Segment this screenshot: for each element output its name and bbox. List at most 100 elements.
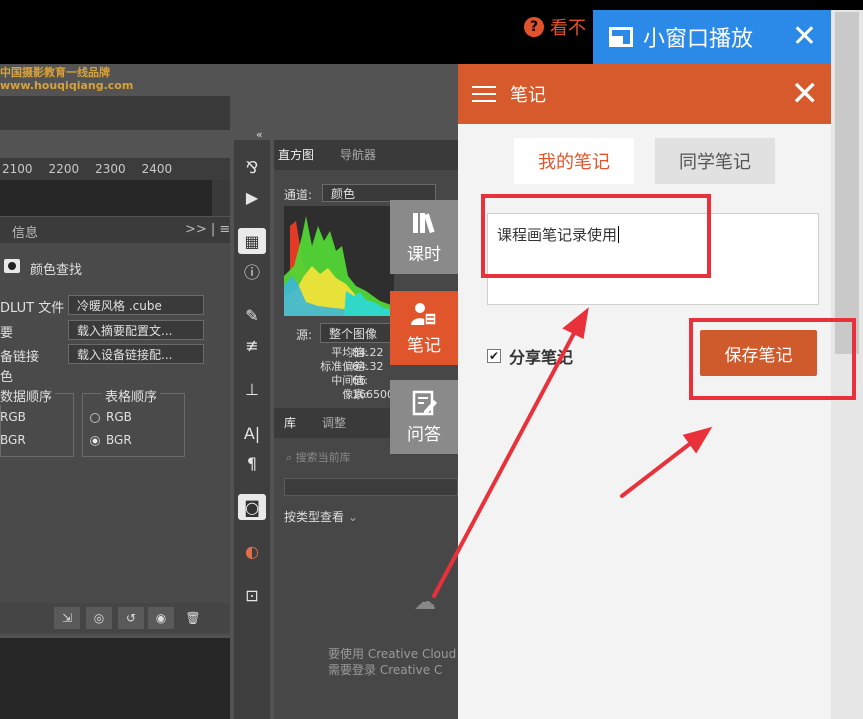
- notes-title: 笔记: [510, 85, 546, 106]
- help-link[interactable]: ? 看不: [524, 14, 586, 40]
- cc-line1: 要使用 Creative Cloud: [328, 647, 457, 661]
- scrollbar-thumb[interactable]: [835, 12, 859, 354]
- lut-label: DLUT 文件: [0, 301, 65, 316]
- view-previous-icon[interactable]: ◎: [86, 607, 112, 629]
- close-icon[interactable]: ✕: [791, 77, 820, 111]
- ps-canvas[interactable]: [0, 180, 212, 216]
- notes-header: 笔记 ✕: [458, 64, 831, 124]
- ps-canvas-bottom: [0, 638, 230, 719]
- view-by-type[interactable]: 按类型查看 ⌄: [284, 508, 358, 525]
- checkbox-checked-icon[interactable]: ✔: [487, 349, 501, 363]
- brand-watermark: 中国摄影教育一线品牌 www.houqiqiang.com: [0, 66, 230, 96]
- device-link-value: 载入设备链接配...: [77, 347, 173, 362]
- clip-layer-icon[interactable]: ⇲: [54, 607, 80, 629]
- brush-settings-icon[interactable]: ≢: [238, 332, 266, 358]
- tab-adjustments[interactable]: 调整: [322, 414, 346, 431]
- cc-message: 要使用 Creative Cloud 需要登录 Creative C: [328, 646, 468, 678]
- device-link-label: 备链接: [0, 350, 40, 365]
- paragraph-tool-icon[interactable]: ¶: [238, 450, 266, 476]
- brush-preset-icon[interactable]: ✎: [238, 302, 266, 328]
- tab-navigator[interactable]: 导航器: [340, 146, 376, 163]
- stamp-tool-icon[interactable]: ⊡: [238, 582, 266, 608]
- pip-label: 小窗口播放: [643, 27, 754, 52]
- tab-info[interactable]: 信息: [12, 222, 38, 241]
- library-select[interactable]: [284, 478, 458, 496]
- tab-library[interactable]: 库: [284, 414, 296, 431]
- lut-value: 冷暖风格 .cube: [77, 298, 162, 313]
- trash-icon[interactable]: 🗑: [180, 607, 206, 629]
- reset-icon[interactable]: ↺: [118, 607, 144, 629]
- capture-tool-icon[interactable]: ◐: [238, 538, 266, 564]
- device-link-select[interactable]: 载入设备链接配...: [68, 344, 204, 364]
- side-tab-notes[interactable]: 笔记: [390, 291, 458, 365]
- side-tab-lessons[interactable]: 课时: [390, 200, 458, 274]
- books-icon: [413, 212, 435, 233]
- data-order-title: 数据顺序: [0, 386, 56, 405]
- table-order-rgb[interactable]: RGB: [90, 410, 132, 424]
- screen: ? 看不 中国摄影教育一线品牌 www.houqiqiang.com 2100 …: [0, 0, 863, 719]
- chevron-down-icon: ⌄: [347, 510, 358, 524]
- collapse-icon[interactable]: «: [256, 128, 263, 141]
- radio-icon: [90, 412, 100, 423]
- ruler-tick: 2300: [95, 162, 126, 176]
- data-order-bgr[interactable]: BGR: [0, 433, 26, 447]
- question-icon: ?: [524, 17, 544, 37]
- table-order-bgr[interactable]: BGR: [90, 433, 132, 447]
- side-tab-qa-label: 问答: [407, 424, 441, 445]
- menu-icon[interactable]: [472, 86, 496, 102]
- edit-note-icon: [412, 390, 437, 415]
- info-tool-icon[interactable]: ⓘ: [238, 258, 266, 284]
- abstract-select[interactable]: 载入摘要配置文...: [68, 320, 204, 340]
- table-order-rgb-label: RGB: [106, 410, 132, 424]
- channel-label: 通道:: [284, 188, 313, 202]
- side-tab-notes-label: 笔记: [407, 335, 441, 356]
- ps-canvas-scroll[interactable]: [212, 180, 230, 216]
- radio-selected-icon: [90, 435, 100, 446]
- ruler-tick: 2100: [2, 162, 33, 176]
- share-checkbox-row[interactable]: ✔ 分享笔记: [487, 344, 573, 368]
- panel-menu-button[interactable]: >> | ≡: [185, 222, 230, 237]
- library-search-placeholder: 搜索当前库: [295, 451, 351, 464]
- ps-options-bar: [0, 96, 230, 130]
- source-value: 整个图像: [329, 326, 378, 341]
- pip-window-icon: [609, 27, 633, 47]
- tab-my-notes[interactable]: 我的笔记: [514, 138, 634, 184]
- history-tool-icon[interactable]: ⅋: [238, 154, 266, 180]
- search-icon: ⌕: [286, 451, 293, 464]
- annotation-box-textarea: [481, 194, 711, 278]
- side-tab-qa[interactable]: 问答: [390, 380, 458, 454]
- character-tool-icon[interactable]: A|: [238, 420, 266, 446]
- clone-source-icon[interactable]: ⊥: [238, 376, 266, 402]
- creative-cloud-icon: ☁: [414, 590, 436, 615]
- library-search[interactable]: ⌕ 搜索当前库: [286, 449, 351, 465]
- ruler-tick: 2400: [141, 162, 173, 176]
- share-label: 分享笔记: [509, 348, 574, 367]
- brand-line1: 中国摄影教育一线品牌: [0, 66, 110, 79]
- histogram-graph: [284, 206, 394, 316]
- tab-classmate-notes[interactable]: 同学笔记: [655, 138, 775, 184]
- adjustment-icon: [4, 259, 20, 273]
- ps-ruler: 2100 2200 2300 2400: [0, 158, 230, 180]
- side-tab-lessons-label: 课时: [407, 244, 441, 265]
- visibility-eye-icon[interactable]: ◉: [148, 607, 174, 629]
- pip-close-icon[interactable]: ✕: [792, 22, 817, 52]
- pip-bar[interactable]: 小窗口播放 ✕: [593, 10, 831, 64]
- lut-select[interactable]: 冷暖风格 .cube: [68, 295, 204, 315]
- play-action-icon[interactable]: ▶: [238, 184, 266, 210]
- data-order-rgb[interactable]: RGB: [0, 410, 26, 424]
- properties-tool-icon[interactable]: ▦: [238, 228, 266, 254]
- ruler-tick: 2200: [48, 162, 80, 176]
- stat-median-value: 66: [352, 374, 366, 387]
- source-label: 源:: [296, 328, 313, 342]
- stat-pixels-value: 166500: [352, 388, 392, 401]
- lookup-label: 颜色查找: [30, 263, 83, 278]
- annotation-box-save: [689, 318, 856, 400]
- dither-label: 色: [0, 370, 14, 385]
- 3d-tool-icon[interactable]: ◙: [238, 494, 266, 520]
- notes-people-icon: [411, 302, 437, 326]
- brand-line2: www.houqiqiang.com: [0, 79, 134, 92]
- help-text: 看不: [550, 18, 586, 39]
- tab-histogram[interactable]: 直方图: [278, 146, 314, 163]
- table-order-bgr-label: BGR: [106, 433, 132, 447]
- view-by-label: 按类型查看: [284, 510, 345, 524]
